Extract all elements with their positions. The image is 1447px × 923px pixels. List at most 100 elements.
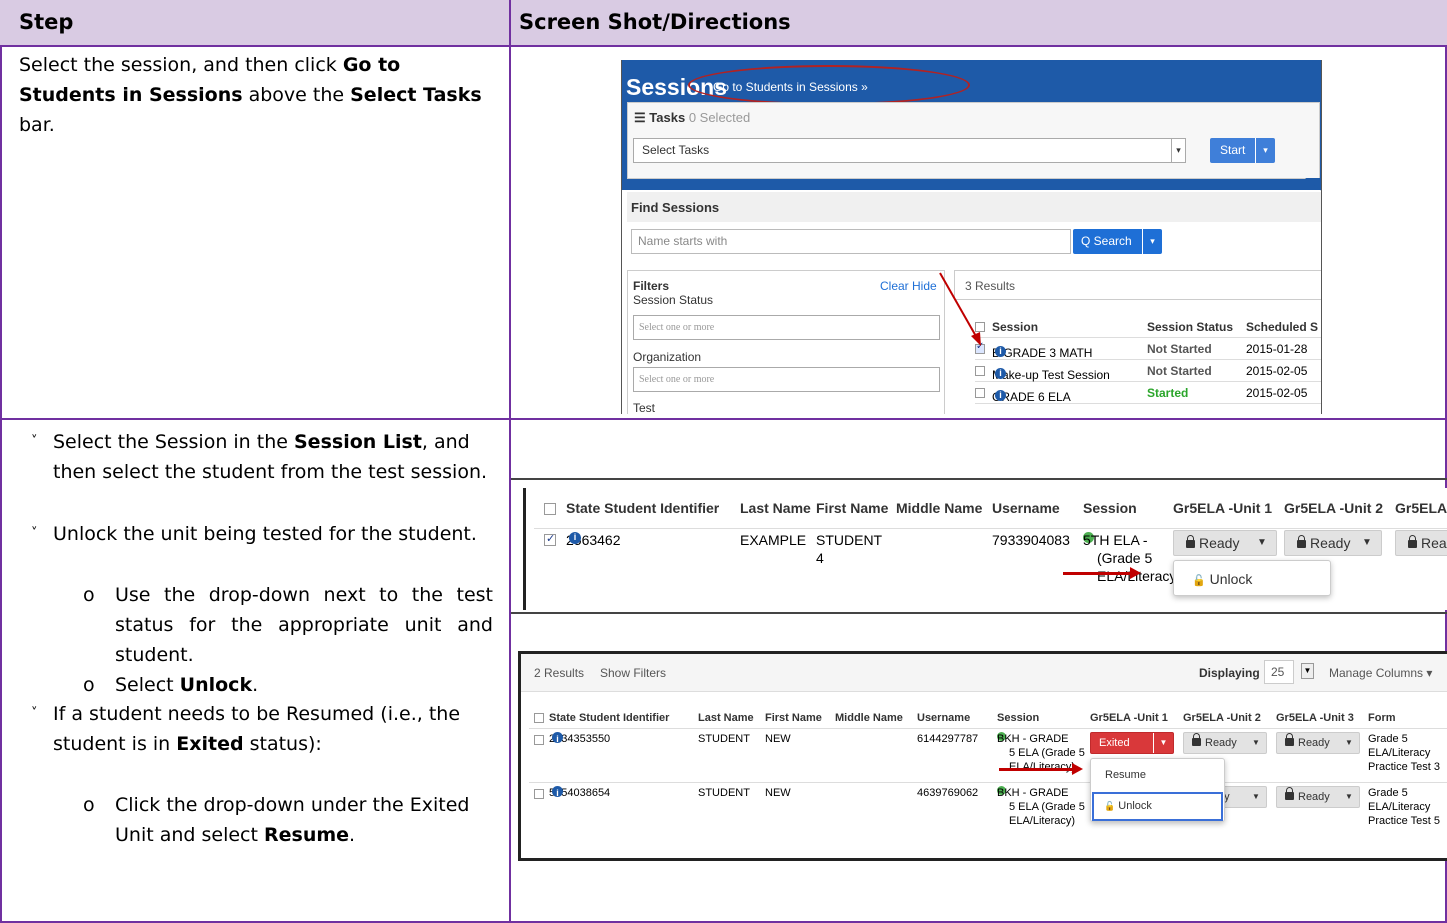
lock-icon: [1186, 535, 1195, 548]
sessions-screenshot: Sessions Go to Students in Sessions » ☰ …: [621, 60, 1322, 414]
search-button[interactable]: Q Search ▾: [1073, 229, 1162, 254]
clear-hide-link[interactable]: Clear Hide: [880, 279, 937, 293]
caret-down-icon[interactable]: ▼: [1301, 663, 1314, 679]
unit-3-status-button[interactable]: Ready ▼: [1276, 786, 1360, 808]
step-2-sub-1: o Use the drop-down next to the test sta…: [83, 580, 493, 670]
caret-down-icon[interactable]: ▼: [1246, 787, 1266, 807]
select-all-checkbox[interactable]: [544, 503, 556, 515]
highlight-circle: [688, 65, 970, 105]
results-count: 2 Results: [534, 666, 585, 680]
bullet-marker: ˅: [31, 526, 38, 541]
session-status-input[interactable]: Select one or more: [633, 315, 940, 340]
unlock-menu-item[interactable]: 🔓 Unlock: [1092, 792, 1223, 821]
find-sessions-label: Find Sessions: [631, 200, 720, 215]
test-label: Test: [633, 401, 656, 414]
show-filters-link[interactable]: Show Filters: [600, 666, 666, 680]
info-icon[interactable]: i: [569, 532, 581, 544]
caret-down-icon[interactable]: ▼: [1153, 733, 1173, 753]
row-checkbox[interactable]: [544, 532, 556, 546]
unit-1-status-button[interactable]: Ready ▼: [1173, 530, 1277, 556]
lock-icon: [1285, 733, 1294, 746]
table-header: Session Session Status Scheduled S: [975, 316, 1321, 338]
list-icon: ☰: [634, 110, 650, 125]
step-header: Step: [19, 10, 74, 34]
header-divider: [0, 45, 1447, 47]
row-checkbox[interactable]: [534, 735, 544, 745]
step-2-bullet-1: ˅ Select the Session in the Session List…: [31, 427, 493, 487]
table-row[interactable]: B GRADE 3 MATHi Not Started 2015-01-28: [975, 338, 1321, 360]
table-row[interactable]: GRADE 6 ELA i Started 2015-02-05: [975, 382, 1321, 404]
shot-separator: [511, 478, 1447, 480]
resume-menu-item[interactable]: Resume: [1105, 769, 1146, 781]
step-2-bullet-2: ˅ Unlock the unit being tested for the s…: [31, 519, 493, 549]
table-row[interactable]: Make-up Test Session i Not Started 2015-0…: [975, 360, 1321, 382]
unit-1-exited-button[interactable]: Exited ▼: [1090, 732, 1174, 754]
caret-down-icon[interactable]: ▼: [1353, 531, 1381, 555]
unit-3-status-button[interactable]: Ready ▼: [1276, 732, 1360, 754]
start-button[interactable]: Start ▾: [1210, 138, 1275, 163]
table-header-row: Step Screen Shot/Directions: [0, 0, 1447, 45]
select-tasks-dropdown[interactable]: Select Tasks ▾: [633, 138, 1186, 163]
info-icon[interactable]: i: [995, 368, 1006, 379]
step-2-sub-3: o Click the drop-down under the Exited U…: [83, 790, 495, 850]
organization-label: Organization: [633, 350, 702, 364]
caret-down-icon: ▾: [1142, 229, 1162, 254]
caret-down-icon[interactable]: ▼: [1339, 787, 1359, 807]
step-1-text: Select the session, and then click Go to…: [19, 54, 482, 136]
column-divider: [509, 0, 511, 923]
pointer-arrow: [1063, 567, 1141, 579]
table-header: State Student Identifier Last Name First…: [526, 500, 1447, 530]
unlock-menu-item[interactable]: 🔓 Unlock: [1192, 571, 1252, 587]
sub-bullet-marker: o: [83, 584, 95, 606]
caret-down-icon: ▾: [1255, 138, 1275, 163]
unit-dropdown-menu: 🔓 Unlock: [1173, 560, 1331, 596]
tasks-panel: ☰ Tasks 0 Selected Select Tasks ▾ Start …: [627, 102, 1320, 179]
resume-screenshot: 2 Results Show Filters Displaying Manage…: [518, 651, 1447, 861]
name-search-input[interactable]: Name starts with: [631, 229, 1071, 254]
row-checkbox[interactable]: [534, 789, 544, 799]
filters-title: Filters: [633, 279, 670, 293]
lock-icon: [1297, 535, 1306, 548]
organization-input[interactable]: Select one or more: [633, 367, 940, 392]
sessions-table: Session Session Status Scheduled S B GRA…: [975, 316, 1321, 404]
info-icon[interactable]: i: [552, 786, 563, 798]
row-checkbox[interactable]: [975, 366, 985, 376]
sub-bullet-marker: o: [83, 794, 95, 816]
row-checkbox[interactable]: [975, 388, 985, 398]
directions-header: Screen Shot/Directions: [519, 10, 791, 34]
info-icon[interactable]: i: [995, 390, 1006, 401]
unlock-icon: 🔓: [1192, 575, 1206, 587]
info-icon[interactable]: i: [995, 346, 1006, 357]
banner-corner: [1305, 178, 1321, 192]
row-divider: [0, 418, 1447, 420]
pointer-arrow: [999, 763, 1083, 775]
pointer-arrow: [939, 272, 981, 346]
results-count: 3 Results: [954, 270, 1321, 300]
lock-icon: [1408, 535, 1417, 548]
unit-2-status-button[interactable]: Ready ▼: [1284, 530, 1382, 556]
caret-down-icon[interactable]: ▼: [1248, 531, 1276, 555]
tasks-label: ☰ Tasks 0 Selected: [634, 110, 751, 125]
lock-icon: [1192, 733, 1201, 746]
shot-separator: [511, 612, 1447, 614]
unit-3-status-button[interactable]: Rea: [1395, 530, 1447, 556]
lock-icon: [1285, 787, 1294, 800]
select-all-checkbox[interactable]: [534, 713, 544, 723]
unit-dropdown-menu: Resume 🔓 Unlock: [1090, 758, 1225, 822]
unlock-icon: 🔓: [1104, 801, 1116, 811]
caret-down-icon[interactable]: ▼: [1246, 733, 1266, 753]
find-sessions-bar: Find Sessions: [627, 192, 1321, 222]
caret-down-icon: ▾: [1171, 139, 1185, 162]
sub-bullet-marker: o: [83, 674, 95, 696]
unit-2-status-button[interactable]: Ready ▼: [1183, 732, 1267, 754]
caret-down-icon[interactable]: ▼: [1339, 733, 1359, 753]
bullet-marker: ˅: [31, 706, 38, 721]
info-icon[interactable]: i: [552, 732, 563, 744]
page-size-select[interactable]: 25: [1264, 660, 1294, 684]
displaying-label: Displaying: [1199, 666, 1260, 680]
filters-panel: Filters Clear Hide Session Status Select…: [627, 270, 945, 414]
manage-columns-button[interactable]: Manage Columns ▾: [1329, 666, 1432, 680]
session-status-label: Session Status: [633, 293, 714, 307]
step-2-bullet-3: ˅ If a student needs to be Resumed (i.e.…: [31, 699, 493, 759]
step-2-sub-2: o Select Unlock.: [83, 670, 493, 700]
